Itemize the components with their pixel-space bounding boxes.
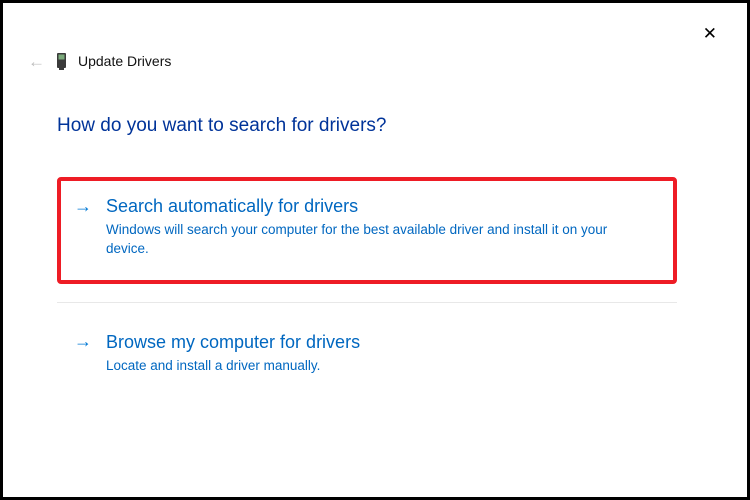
close-icon: ✕ [703,24,717,43]
option-title: Browse my computer for drivers [106,332,360,353]
dialog-frame: ✕ ← Update Drivers How do you want to se… [0,0,750,500]
window-title: Update Drivers [78,53,171,69]
option-head: → Browse my computer for drivers [74,332,654,353]
option-head: → Search automatically for drivers [74,196,654,217]
back-arrow-icon[interactable]: ← [28,53,45,70]
device-icon [57,51,66,71]
arrow-right-icon: → [74,332,92,350]
option-browse-computer[interactable]: → Browse my computer for drivers Locate … [57,313,677,401]
option-description: Locate and install a driver manually. [106,357,636,376]
header-row: ← Update Drivers [28,51,737,71]
arrow-right-icon: → [74,197,92,215]
option-description: Windows will search your computer for th… [106,221,636,259]
option-title: Search automatically for drivers [106,196,358,217]
divider [57,302,677,303]
option-search-automatically[interactable]: → Search automatically for drivers Windo… [57,177,677,284]
question-heading: How do you want to search for drivers? [57,115,677,137]
content-area: How do you want to search for drivers? →… [57,115,677,401]
close-button[interactable]: ✕ [703,25,717,42]
